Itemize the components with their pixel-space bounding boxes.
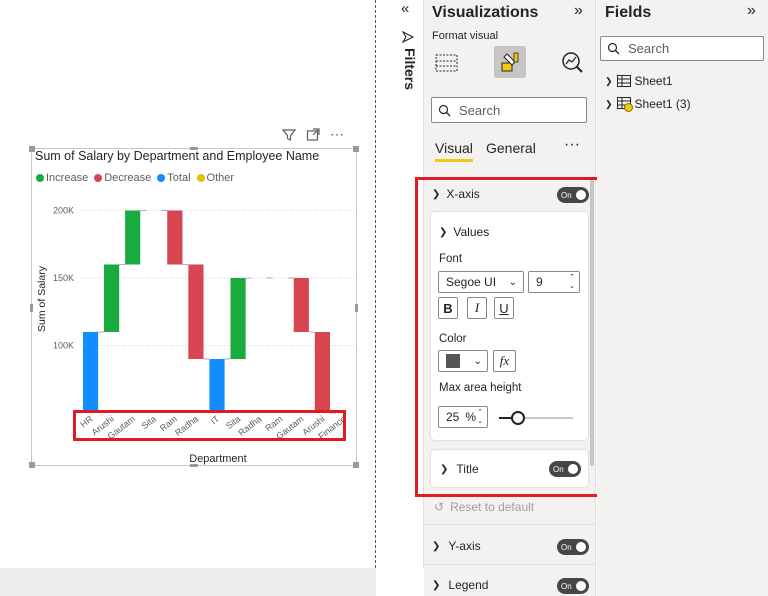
fields-pane: Fields » Search ❯ Sheet1 ❯ Sheet1 (3) (597, 0, 768, 596)
y-tick-label: 200K (53, 206, 74, 216)
waterfall-bar (125, 210, 141, 265)
reset-icon: ↺ (434, 500, 445, 514)
search-placeholder: Search (628, 41, 670, 56)
format-visual-icon[interactable] (494, 46, 526, 78)
fields-search-input[interactable]: Search (600, 36, 764, 61)
field-table-label: Sheet1 (634, 74, 673, 88)
y-axis-title: Sum of Salary (36, 265, 48, 332)
canvas-footer (0, 568, 376, 596)
visual-header-icons: ⋯ (281, 127, 344, 145)
focus-mode-icon[interactable] (306, 128, 320, 145)
build-visual-icon[interactable] (434, 52, 460, 79)
waterfall-bar (293, 278, 309, 332)
xaxis-section-highlight (415, 177, 625, 497)
filter-pane-icon (401, 30, 415, 48)
collapse-right-icon[interactable]: » (574, 2, 583, 20)
format-visual-label: Format visual (432, 30, 499, 42)
filters-label[interactable]: Filters (402, 48, 418, 90)
yaxis-toggle[interactable]: On (557, 539, 589, 555)
search-icon (438, 104, 451, 116)
visualizations-title: Visualizations (432, 4, 539, 21)
more-options-icon[interactable]: ⋯ (330, 127, 344, 145)
waterfall-bar (104, 264, 120, 332)
table-icon (616, 97, 633, 112)
table-icon (616, 75, 631, 87)
waterfall-bar (82, 332, 99, 413)
waterfall-bar (167, 210, 183, 265)
field-table-sheet1-3[interactable]: ❯ Sheet1 (3) (605, 97, 691, 112)
waterfall-bar (314, 332, 330, 413)
chevron-right-icon: ❯ (432, 540, 441, 552)
divider (424, 564, 596, 565)
fields-title: Fields (605, 4, 652, 21)
legend-section-header[interactable]: ❯ Legend (432, 578, 488, 592)
checkmark-badge-icon (623, 103, 633, 112)
toggle-label: On (561, 542, 572, 552)
waterfall-bar (230, 278, 246, 359)
reset-label: Reset to default (450, 500, 535, 514)
reset-to-default-button[interactable]: ↺ Reset to default (434, 500, 534, 514)
tab-visual[interactable]: Visual (435, 140, 473, 162)
xaxis-labels-highlight (73, 410, 346, 441)
y-tick-label: 100K (53, 341, 74, 351)
legend-title: Legend (448, 578, 489, 592)
chevron-right-icon: ❯ (605, 98, 613, 109)
more-options-icon[interactable]: ··· (564, 136, 580, 154)
collapse-right-icon[interactable]: » (747, 2, 756, 20)
y-tick-label: 150K (53, 273, 74, 283)
filter-icon[interactable] (281, 128, 297, 145)
yaxis-title: Y-axis (448, 539, 481, 553)
visualizations-search-input[interactable]: Search (431, 97, 587, 123)
waterfall-bar (188, 264, 204, 359)
field-table-sheet1[interactable]: ❯ Sheet1 (605, 74, 673, 88)
toggle-label: On (561, 581, 572, 591)
analytics-icon[interactable] (560, 50, 584, 79)
x-axis-title: Department (189, 453, 246, 465)
waterfall-bar (209, 359, 225, 413)
chevron-right-icon: ❯ (605, 75, 613, 86)
search-icon (607, 42, 620, 55)
search-placeholder: Search (459, 102, 501, 118)
divider (424, 524, 596, 525)
legend-toggle[interactable]: On (557, 578, 589, 594)
yaxis-section-header[interactable]: ❯ Y-axis (432, 539, 481, 553)
field-table-label: Sheet1 (3) (634, 97, 691, 111)
collapse-left-icon[interactable]: « (401, 0, 409, 17)
chevron-right-icon: ❯ (432, 579, 441, 591)
tab-general[interactable]: General (486, 140, 536, 156)
